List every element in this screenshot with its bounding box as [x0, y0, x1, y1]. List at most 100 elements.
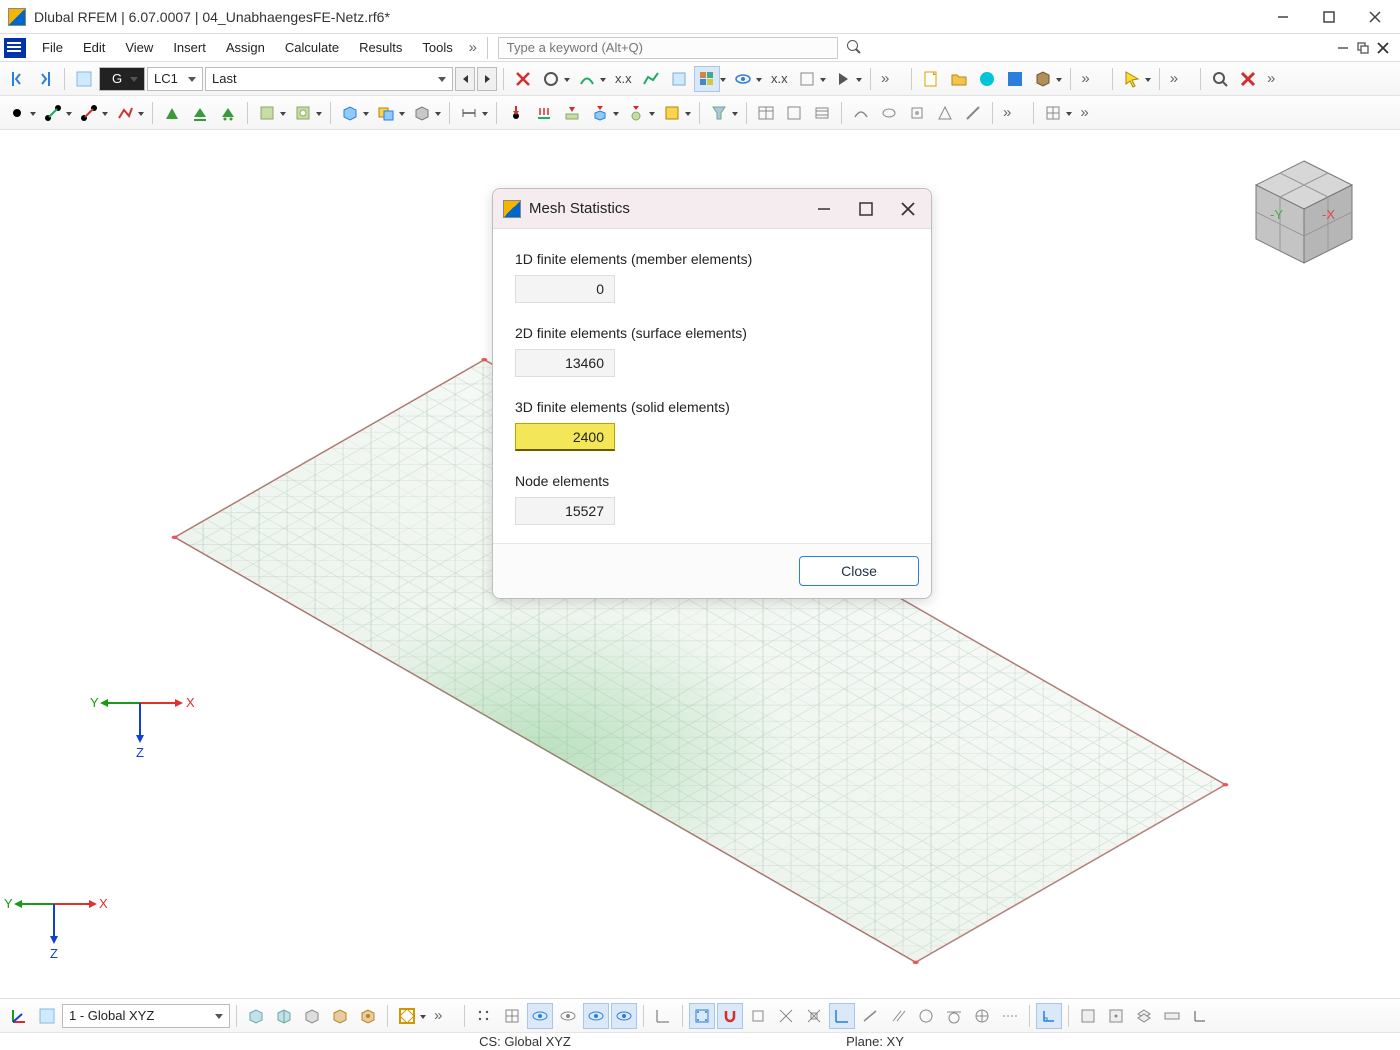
cs-icon[interactable]: [6, 1003, 32, 1029]
tool-diagram-icon[interactable]: [638, 66, 664, 92]
snap-ortho-icon[interactable]: [1036, 1003, 1062, 1029]
dialog-titlebar[interactable]: Mesh Statistics: [493, 189, 931, 229]
menu-file[interactable]: File: [32, 36, 73, 59]
tool-clear-icon[interactable]: [1235, 66, 1261, 92]
tool-library-icon[interactable]: [1030, 66, 1056, 92]
close-button[interactable]: [1352, 2, 1398, 32]
tool-view-icon[interactable]: [71, 66, 97, 92]
btool-workplane-icon[interactable]: [650, 1003, 676, 1029]
toolbar-right-overflow[interactable]: »: [1077, 70, 1093, 87]
snap-center-icon[interactable]: [969, 1003, 995, 1029]
snap-online-icon[interactable]: [857, 1003, 883, 1029]
tool-member-icon[interactable]: [76, 100, 102, 126]
tool-intersection-icon[interactable]: [373, 100, 399, 126]
snap-face-icon[interactable]: [1075, 1003, 1101, 1029]
btool-grid-lines-icon[interactable]: [499, 1003, 525, 1029]
menu-assign[interactable]: Assign: [216, 36, 275, 59]
tool-filter-icon[interactable]: [706, 100, 732, 126]
snap-perp-icon[interactable]: [829, 1003, 855, 1029]
btool-grid-dots-icon[interactable]: [471, 1003, 497, 1029]
menu-edit[interactable]: Edit: [73, 36, 115, 59]
btool-1-icon[interactable]: [243, 1003, 269, 1029]
search-input[interactable]: [498, 37, 838, 59]
tool-opening-icon[interactable]: [290, 100, 316, 126]
tool-sections-icon[interactable]: [666, 66, 692, 92]
dialog-close-ok-button[interactable]: Close: [799, 556, 919, 586]
menu-tools[interactable]: Tools: [412, 36, 462, 59]
tool-smooth-icon[interactable]: [794, 66, 820, 92]
menu-view[interactable]: View: [115, 36, 163, 59]
tool-load-surface-icon[interactable]: [559, 100, 585, 126]
combo-coord-system[interactable]: 1 - Global XYZ: [62, 1004, 230, 1028]
snap-grid-icon[interactable]: [689, 1003, 715, 1029]
tool-load-free-icon[interactable]: [623, 100, 649, 126]
tool-grid-icon[interactable]: [1040, 100, 1066, 126]
loadcase-next-button[interactable]: [477, 67, 497, 91]
combo-loadcase[interactable]: LC1: [147, 67, 203, 91]
dialog-maximize-button[interactable]: [859, 202, 873, 216]
tool-lc-prev-icon[interactable]: [4, 66, 30, 92]
snap-parallel-icon[interactable]: [885, 1003, 911, 1029]
menu-logo-icon[interactable]: [4, 38, 26, 58]
snap-circle-icon[interactable]: [913, 1003, 939, 1029]
cs-view-icon[interactable]: [34, 1003, 60, 1029]
tool-select-icon[interactable]: [1119, 66, 1145, 92]
btool-mesh-icon[interactable]: [394, 1003, 420, 1029]
tool-solid2-icon[interactable]: [409, 100, 435, 126]
tool-support-icon[interactable]: [159, 100, 185, 126]
tool-film-icon[interactable]: [809, 100, 835, 126]
snap-intersect-icon[interactable]: [773, 1003, 799, 1029]
toolbar-end-overflow[interactable]: »: [1263, 70, 1279, 87]
tool-line-icon[interactable]: [40, 100, 66, 126]
btool-eye4-icon[interactable]: [611, 1003, 637, 1029]
tool-support3-icon[interactable]: [215, 100, 241, 126]
view-cube[interactable]: -Y -X: [1244, 151, 1364, 271]
tool-printout-icon[interactable]: [781, 100, 807, 126]
tool-lc-next-icon[interactable]: [32, 66, 58, 92]
snap-offset-icon[interactable]: [1159, 1003, 1185, 1029]
tool-g3-icon[interactable]: [904, 100, 930, 126]
snap-endpoint-icon[interactable]: [745, 1003, 771, 1029]
maximize-button[interactable]: [1306, 2, 1352, 32]
tool-g5-icon[interactable]: [960, 100, 986, 126]
dialog-minimize-button[interactable]: [817, 202, 831, 216]
snap-layers-icon[interactable]: [1131, 1003, 1157, 1029]
combo-group[interactable]: G: [99, 67, 145, 91]
tool-eye-icon[interactable]: [730, 66, 756, 92]
tool-result-arrow-icon[interactable]: [574, 66, 600, 92]
panel-close-icon[interactable]: [1376, 41, 1390, 55]
tool-result-view-icon[interactable]: [538, 66, 564, 92]
snap-mid-icon[interactable]: [801, 1003, 827, 1029]
btool-2-icon[interactable]: [271, 1003, 297, 1029]
btool-eye1-icon[interactable]: [527, 1003, 553, 1029]
snap-guide-icon[interactable]: [997, 1003, 1023, 1029]
search-icon[interactable]: [844, 38, 864, 58]
snap-magnet-icon[interactable]: [717, 1003, 743, 1029]
toolbar-main-overflow[interactable]: »: [877, 70, 893, 87]
minimize-button[interactable]: [1260, 2, 1306, 32]
tool-animation-icon[interactable]: [830, 66, 856, 92]
btool-5-icon[interactable]: [355, 1003, 381, 1029]
tool-result-values-icon[interactable]: x.xx: [610, 66, 636, 92]
btool-eye2-icon[interactable]: [555, 1003, 581, 1029]
menu-results[interactable]: Results: [349, 36, 412, 59]
loadcase-prev-button[interactable]: [455, 67, 475, 91]
btool-4-icon[interactable]: [327, 1003, 353, 1029]
panel-minimize-icon[interactable]: [1336, 41, 1350, 55]
panel-restore-icon[interactable]: [1356, 41, 1370, 55]
tool-load-node-icon[interactable]: [503, 100, 529, 126]
tool-delete-result-icon[interactable]: [510, 66, 536, 92]
snap-ext-icon[interactable]: [1187, 1003, 1213, 1029]
bottom-overflow[interactable]: »: [430, 1007, 446, 1024]
tool-load-solid-icon[interactable]: [587, 100, 613, 126]
toolbar-right-overflow2[interactable]: »: [1166, 70, 1182, 87]
toolbar-sec-overflow[interactable]: »: [999, 104, 1015, 121]
combo-loadcase-name[interactable]: Last: [205, 67, 453, 91]
tool-result-table-icon[interactable]: [753, 100, 779, 126]
btool-eye3-icon[interactable]: [583, 1003, 609, 1029]
menu-overflow[interactable]: »: [463, 39, 483, 56]
menu-insert[interactable]: Insert: [163, 36, 216, 59]
tool-isosurface-icon[interactable]: [694, 66, 720, 92]
tool-solid-icon[interactable]: [337, 100, 363, 126]
tool-addon-icon[interactable]: [1002, 66, 1028, 92]
